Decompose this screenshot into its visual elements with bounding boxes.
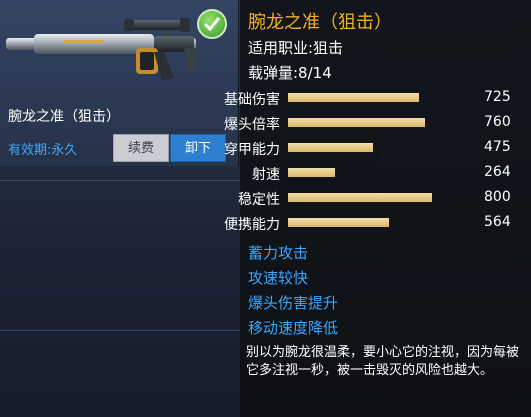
feature-item: 蓄力攻击 xyxy=(248,244,309,262)
stat-label: 基础伤害 xyxy=(224,92,280,108)
stat-row: 基础伤害 725 xyxy=(224,87,531,109)
stat-bar-fill xyxy=(288,93,419,102)
equipped-check-icon xyxy=(197,9,227,39)
stat-bar-fill xyxy=(288,218,389,227)
stat-bar xyxy=(288,118,468,127)
stat-label: 射速 xyxy=(252,167,280,183)
stat-bar xyxy=(288,93,468,102)
stat-value: 725 xyxy=(484,89,511,105)
feature-item: 攻速较快 xyxy=(248,269,309,287)
stat-row: 便携能力 564 xyxy=(224,212,531,234)
weapon-name: 腕龙之准（狙击） xyxy=(8,109,120,125)
stat-label: 穿甲能力 xyxy=(224,142,280,158)
stat-bar xyxy=(288,168,468,177)
stat-bar xyxy=(288,193,468,202)
stat-bar-fill xyxy=(288,193,432,202)
profession-text: 适用职业:狙击 xyxy=(248,39,344,57)
feature-item: 爆头伤害提升 xyxy=(248,294,339,312)
stat-row: 穿甲能力 475 xyxy=(224,137,531,159)
sniper-rifle-image xyxy=(6,18,198,80)
stat-row: 射速 264 xyxy=(240,162,531,184)
weapon-description: 别以为腕龙很温柔，要小心它的注视，因为每被它多注视一秒，被一击毁灭的风险也越大。 xyxy=(246,345,520,378)
row-divider xyxy=(0,180,240,181)
feature-item: 移动速度降低 xyxy=(248,319,339,337)
tooltip-title: 腕龙之准（狙击） xyxy=(248,12,392,33)
stat-label: 稳定性 xyxy=(238,192,280,208)
stat-row: 稳定性 800 xyxy=(238,187,531,209)
stat-bar-fill xyxy=(288,118,425,127)
weapon-tooltip: 腕龙之准（狙击） 适用职业:狙击 载弹量:8/14 基础伤害 725 爆头倍率 760… xyxy=(224,0,531,417)
stat-value: 564 xyxy=(484,214,511,230)
stat-label: 便携能力 xyxy=(224,217,280,233)
stat-row: 爆头倍率 760 xyxy=(224,112,531,134)
stat-value: 475 xyxy=(484,139,511,155)
ammo-text: 载弹量:8/14 xyxy=(248,64,332,82)
stat-bar-fill xyxy=(288,168,335,177)
stat-value: 760 xyxy=(484,114,511,130)
stat-value: 800 xyxy=(484,189,511,205)
unequip-button[interactable]: 卸下 xyxy=(170,134,226,162)
stat-label: 爆头倍率 xyxy=(224,117,280,133)
validity-text: 有效期:永久 xyxy=(8,143,78,158)
stat-bar-fill xyxy=(288,143,373,152)
weapon-card[interactable]: 腕龙之准（狙击） 有效期:永久 续费 卸下 xyxy=(0,0,239,166)
stat-bar xyxy=(288,218,468,227)
stat-value: 264 xyxy=(484,164,511,180)
renew-button[interactable]: 续费 xyxy=(113,134,169,162)
stat-bar xyxy=(288,143,468,152)
row-divider xyxy=(0,330,240,331)
